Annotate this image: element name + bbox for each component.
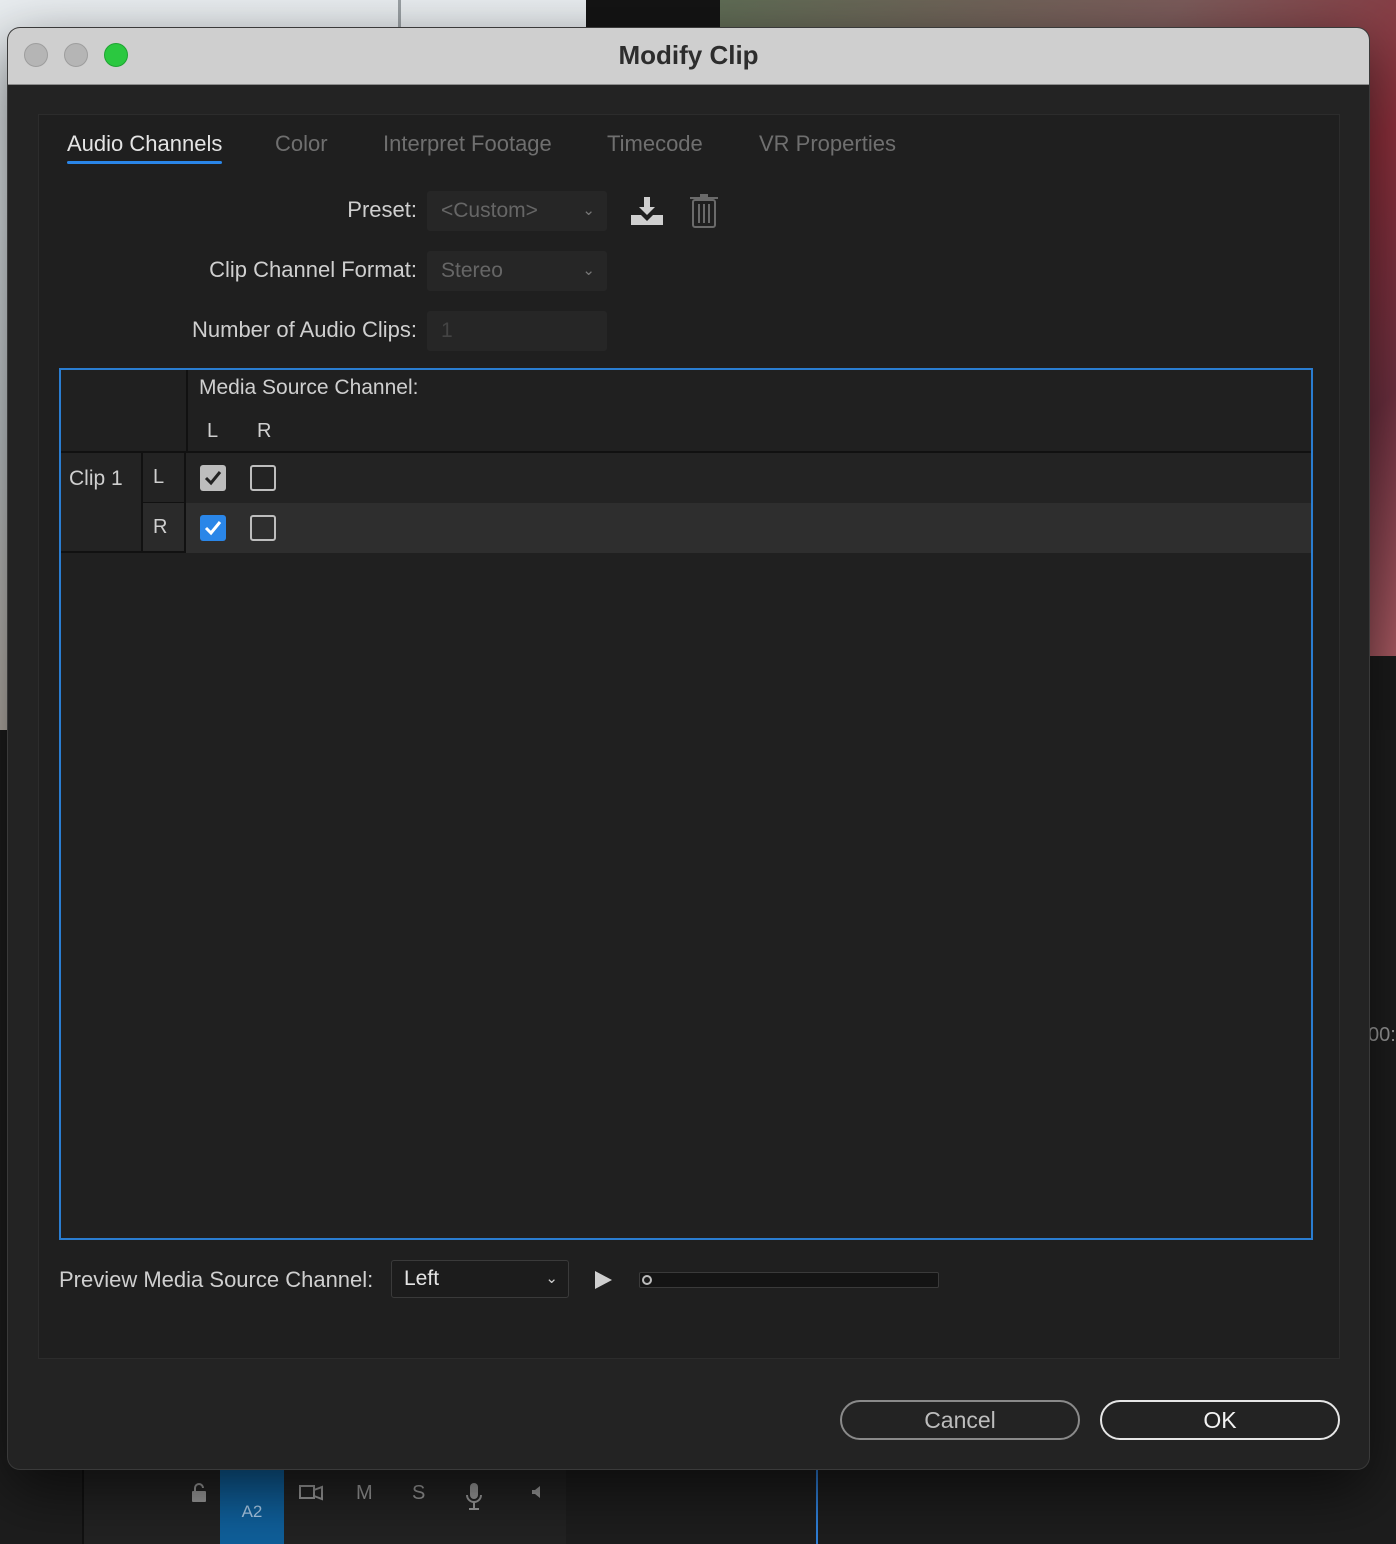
table-row (61, 453, 1311, 503)
clip-channel-format-label: Clip Channel Format: (209, 257, 417, 282)
clip-cell: Clip 1 (61, 453, 143, 553)
preview-channel-dropdown[interactable]: Left ⌄ (391, 1260, 569, 1298)
titlebar: Modify Clip (8, 28, 1369, 85)
modify-clip-dialog: Modify Clip Audio Channels Color Interpr… (8, 28, 1369, 1469)
playhead[interactable] (816, 1470, 818, 1544)
track-label-a2[interactable]: A2 (220, 1470, 284, 1544)
trash-icon[interactable] (689, 193, 725, 229)
ok-button[interactable]: OK (1100, 1400, 1340, 1440)
microphone-icon[interactable] (464, 1482, 484, 1518)
media-source-channel-header: Media Source Channel: (199, 376, 419, 399)
slider-thumb[interactable] (642, 1275, 652, 1285)
clip-label: Clip 1 (69, 467, 123, 490)
tab-bar: Audio Channels Color Interpret Footage T… (39, 115, 1339, 175)
checkbox-l-source-l[interactable] (200, 465, 226, 491)
audio-channels-panel: Audio Channels Color Interpret Footage T… (38, 114, 1340, 1359)
clip-channel-format-value: Stereo (441, 259, 503, 282)
tab-timecode[interactable]: Timecode (607, 131, 703, 157)
cancel-button[interactable]: Cancel (840, 1400, 1080, 1440)
background-track-header (82, 1470, 566, 1544)
source-column-r: R (257, 420, 272, 442)
tab-vr-properties[interactable]: VR Properties (759, 131, 896, 157)
preview-media-source-channel-label: Preview Media Source Channel: (59, 1267, 374, 1292)
solo-toggle[interactable]: S (412, 1482, 425, 1505)
source-column-l: L (207, 420, 219, 442)
chevron-down-icon: ⌄ (582, 202, 595, 219)
tab-audio-channels[interactable]: Audio Channels (67, 131, 223, 164)
number-of-audio-clips-label: Number of Audio Clips: (192, 317, 417, 342)
preset-value: <Custom> (441, 199, 538, 222)
play-icon[interactable] (593, 1270, 613, 1295)
checkbox-r-source-r[interactable] (250, 515, 276, 541)
tab-interpret-footage[interactable]: Interpret Footage (383, 131, 552, 157)
clip-channel-r: R (143, 503, 186, 553)
clip-channel-label: R (153, 516, 168, 538)
preview-position-slider[interactable] (639, 1272, 939, 1288)
table-row-selected[interactable] (61, 503, 1311, 553)
checkbox-r-source-l[interactable] (200, 515, 226, 541)
chevron-down-icon: ⌄ (582, 262, 595, 279)
checkbox-l-source-r[interactable] (250, 465, 276, 491)
timecode-fragment: 00: (1368, 1024, 1396, 1046)
number-of-audio-clips-field[interactable]: 1 (427, 311, 607, 351)
speaker-icon[interactable] (530, 1482, 544, 1505)
background-pole (398, 0, 401, 30)
tab-color[interactable]: Color (275, 131, 328, 157)
lock-icon[interactable] (190, 1482, 208, 1510)
clip-channel-l: L (143, 453, 186, 503)
sync-icon[interactable] (298, 1482, 324, 1510)
preset-label: Preset: (347, 197, 417, 222)
table-corner-cell (61, 370, 188, 452)
clip-channel-label: L (153, 466, 165, 488)
clip-channel-format-dropdown[interactable]: Stereo ⌄ (427, 251, 607, 291)
chevron-down-icon: ⌄ (545, 1270, 558, 1287)
window-title: Modify Clip (618, 40, 759, 70)
download-icon[interactable] (629, 193, 665, 229)
channel-mapping-table: Media Source Channel: L R Clip 1 L R (59, 368, 1313, 1240)
preset-dropdown[interactable]: <Custom> ⌄ (427, 191, 607, 231)
mute-toggle[interactable]: M (356, 1482, 373, 1505)
preview-channel-value: Left (404, 1267, 440, 1290)
